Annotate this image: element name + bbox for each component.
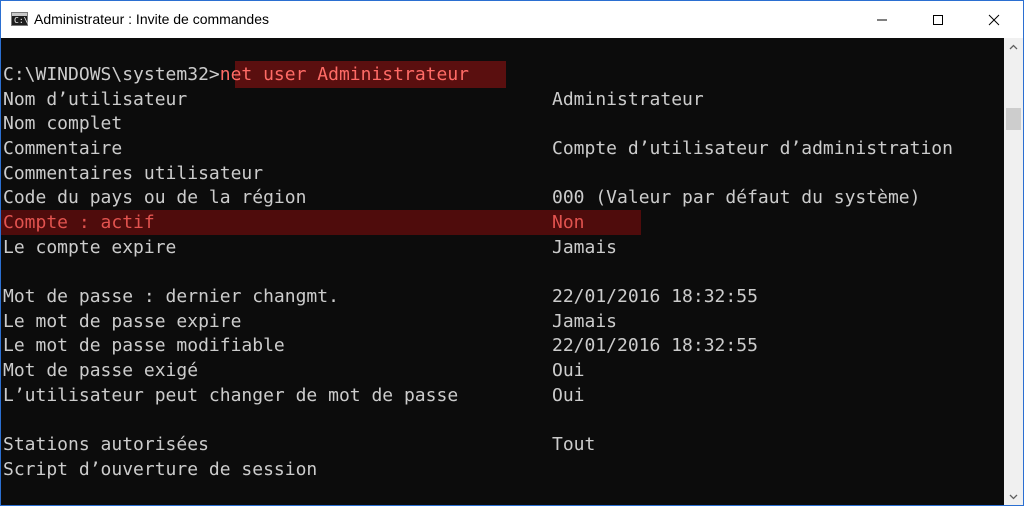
chevron-up-icon [1009, 44, 1018, 49]
row-value: 22/01/2016 18:32:55 [552, 335, 758, 356]
close-button[interactable] [971, 1, 1017, 38]
window-title: Administrateur : Invite de commandes [34, 11, 269, 27]
row-value: Jamais [552, 237, 618, 258]
minimize-button[interactable] [859, 1, 905, 38]
row-value: Administrateur [552, 89, 704, 110]
command-line: C:\WINDOWS\system32>net user Administrat… [3, 63, 469, 87]
command-text: net user Administrateur [219, 64, 469, 85]
row-label: Mot de passe : dernier changmt. [3, 286, 339, 307]
row-label: Code du pays ou de la région [3, 187, 307, 208]
scroll-down-button[interactable] [1004, 488, 1023, 505]
close-icon [988, 14, 1000, 25]
chevron-down-icon [1009, 494, 1018, 499]
maximize-button[interactable] [915, 1, 961, 38]
row-label: Le mot de passe expire [3, 311, 242, 332]
row-value: Jamais [552, 311, 618, 332]
minimize-icon [877, 19, 887, 20]
title-bar[interactable]: C:\ Administrateur : Invite de commandes [1, 1, 1023, 38]
row-label: Mot de passe exigé [3, 360, 199, 381]
row-label: Nom d’utilisateur [3, 89, 188, 110]
row-label: L’utilisateur peut changer de mot de pas… [3, 385, 459, 406]
console-window: C:\ Administrateur : Invite de commandes… [0, 0, 1024, 506]
vertical-scrollbar[interactable] [1004, 38, 1023, 505]
row-label: Le compte expire [3, 237, 177, 258]
row-value: 22/01/2016 18:32:55 [552, 286, 758, 307]
row-label: Commentaires utilisateur [3, 163, 264, 184]
row-label: Script d’ouverture de session [3, 459, 318, 480]
row-label: Le mot de passe modifiable [3, 335, 285, 356]
row-value: 000 (Valeur par défaut du système) [552, 187, 921, 208]
cmd-icon[interactable]: C:\ [11, 12, 28, 26]
command-prompt: C:\WINDOWS\system32> [3, 64, 220, 85]
scroll-thumb[interactable] [1006, 108, 1021, 130]
row-label-account-active: Compte : actif [3, 212, 155, 233]
row-value-account-active: Non [552, 212, 585, 233]
row-label: Commentaire [3, 138, 123, 159]
row-value: Compte d’utilisateur d’administration [552, 138, 953, 159]
row-value: Oui [552, 385, 585, 406]
console-output[interactable]: C:\WINDOWS\system32>net user Administrat… [1, 38, 1004, 505]
scroll-up-button[interactable] [1004, 38, 1023, 55]
maximize-icon [933, 14, 943, 25]
row-label: Nom complet [3, 113, 123, 134]
row-label: Stations autorisées [3, 434, 209, 455]
row-value: Oui [552, 360, 585, 381]
row-value: Tout [552, 434, 596, 455]
cmd-icon-text: C:\ [14, 16, 29, 25]
